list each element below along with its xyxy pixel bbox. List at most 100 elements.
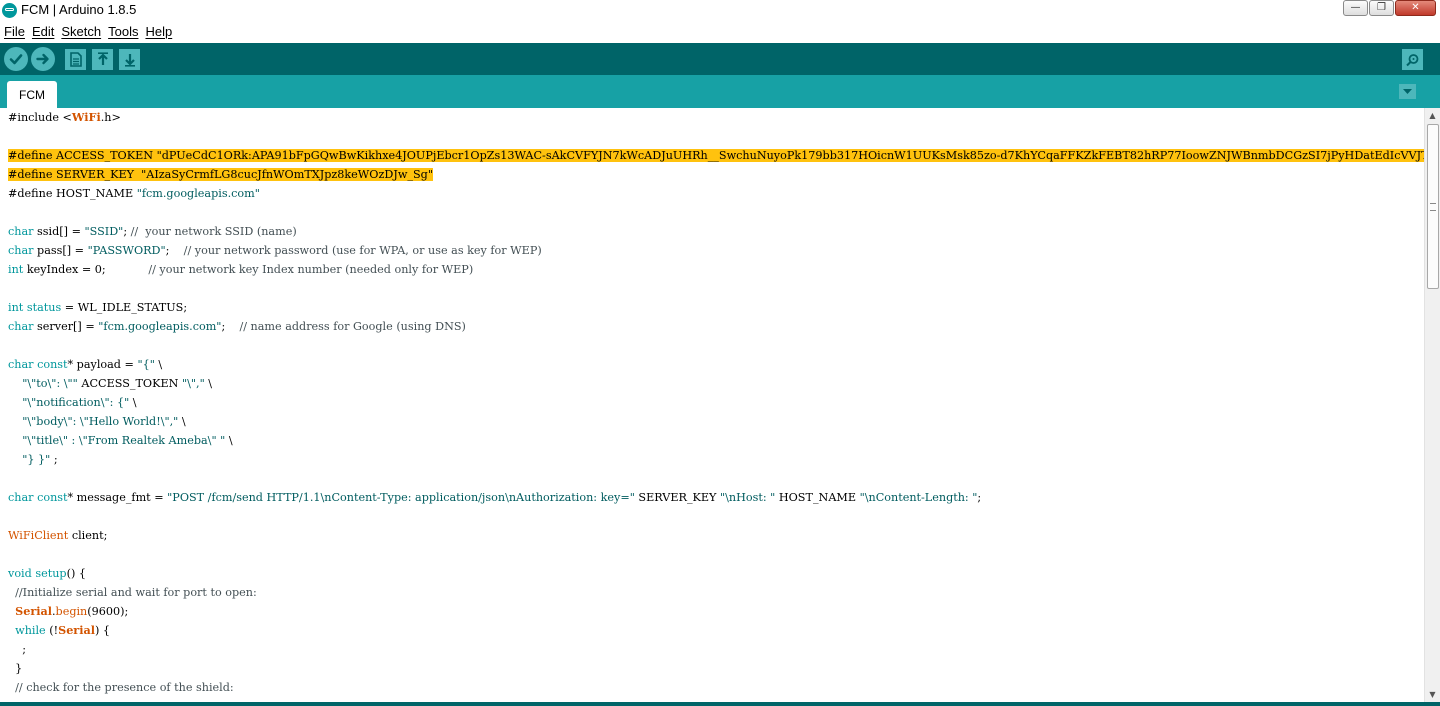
code-token: * payload = <box>67 358 138 371</box>
code-line: Serial.begin(9600); <box>8 602 1440 621</box>
code-token: \ <box>178 415 186 428</box>
code-line: while (!Serial) { <box>8 621 1440 640</box>
tab-bar: FCM <box>0 75 1440 108</box>
selected-code-text: #define ACCESS_TOKEN "dPUeCdC1ORk:APA91b… <box>8 149 1440 162</box>
document-icon <box>69 52 82 67</box>
close-button[interactable]: ✕ <box>1395 0 1436 16</box>
upload-button[interactable] <box>31 47 55 71</box>
menu-help[interactable]: Help <box>141 24 175 39</box>
code-token: char <box>8 358 34 371</box>
magnifier-icon <box>1406 54 1419 67</box>
serial-monitor-button[interactable] <box>1402 49 1423 70</box>
code-token: ACCESS_TOKEN <box>77 377 182 390</box>
code-token: "\"body\": \"Hello World!\"," <box>22 415 179 428</box>
code-token: char <box>8 244 34 257</box>
code-token: ; <box>977 491 982 504</box>
code-token: ; <box>165 244 184 257</box>
toolbar <box>0 43 1440 75</box>
code-token: () { <box>66 567 86 580</box>
vertical-scrollbar[interactable]: ▲ ▼ <box>1424 108 1440 702</box>
code-token: SERVER_KEY <box>634 491 720 504</box>
code-token: while <box>15 624 46 637</box>
code-line: //Initialize serial and wait for port to… <box>8 583 1440 602</box>
code-token: pass[] = <box>33 244 88 257</box>
code-token: status <box>26 301 62 314</box>
code-token: server[] = <box>33 320 99 333</box>
window-title: FCM | Arduino 1.8.5 <box>21 2 137 17</box>
code-token: "POST /fcm/send HTTP/1.1\nContent-Type: … <box>167 491 635 504</box>
code-token: // your network SSID (name) <box>130 225 297 238</box>
code-token: client; <box>68 529 108 542</box>
window-controls: — ❐ ✕ <box>1342 0 1436 16</box>
code-token: WiFi <box>71 110 101 124</box>
code-token: // check for the presence of the shield: <box>8 681 234 694</box>
code-token: Serial <box>58 623 95 637</box>
menu-sketch[interactable]: Sketch <box>57 24 104 39</box>
code-token: char <box>8 320 34 333</box>
code-token: // your network key Index number (needed… <box>148 263 474 276</box>
minimize-button[interactable]: — <box>1343 0 1368 16</box>
code-line: "\"notification\": {" \ <box>8 393 1440 412</box>
open-button[interactable] <box>92 49 113 70</box>
title-bar: FCM | Arduino 1.8.5 — ❐ ✕ <box>0 0 1440 21</box>
code-token: const <box>37 358 68 371</box>
menu-tools[interactable]: Tools <box>104 24 141 39</box>
code-editor[interactable]: #include <WiFi.h> #define ACCESS_TOKEN "… <box>0 108 1440 703</box>
code-line: #define HOST_NAME "fcm.googleapis.com" <box>8 184 1440 203</box>
code-line: "} }" ; <box>8 450 1440 469</box>
code-line: void setup() { <box>8 564 1440 583</box>
selected-code-text: #define SERVER_KEY "AIzaSyCrmfLG8cucJfnW… <box>8 168 433 181</box>
code-token: void <box>8 567 32 580</box>
verify-button[interactable] <box>4 47 28 71</box>
code-line: // check for the presence of the shield: <box>8 678 1440 697</box>
code-line: char ssid[] = "SSID"; // your network SS… <box>8 222 1440 241</box>
code-token: "\"," <box>181 377 205 390</box>
scrollbar-thumb[interactable] <box>1427 124 1439 289</box>
code-line: ; <box>8 643 26 656</box>
code-token: \ <box>154 358 163 371</box>
code-line: "\"body\": \"Hello World!\"," \ <box>8 412 1440 431</box>
code-line: int keyIndex = 0; // your network key In… <box>8 260 1440 279</box>
menu-file[interactable]: File <box>0 24 28 39</box>
code-token: begin <box>55 605 88 618</box>
check-icon <box>9 54 23 65</box>
code-token: ; <box>221 320 240 333</box>
code-token: "PASSWORD" <box>87 244 166 257</box>
code-line: int status = WL_IDLE_STATUS; <box>8 298 1440 317</box>
code-token: ; <box>123 225 131 238</box>
code-line: char const* message_fmt = "POST /fcm/sen… <box>8 488 1440 507</box>
code-token: //Initialize serial and wait for port to… <box>8 586 257 599</box>
tab-fcm[interactable]: FCM <box>7 81 57 108</box>
code-token: "{" <box>137 358 155 371</box>
maximize-button[interactable]: ❐ <box>1369 0 1394 16</box>
code-token: const <box>37 491 68 504</box>
menu-bar: File Edit Sketch Tools Help <box>0 21 1440 42</box>
code-token: int <box>8 301 24 314</box>
code-token: = WL_IDLE_STATUS; <box>61 301 188 314</box>
code-token: ; <box>50 453 58 466</box>
code-token: "\"notification\": {" <box>22 396 130 409</box>
scroll-up-icon[interactable]: ▲ <box>1425 108 1440 123</box>
code-line: "\"to\": \"" ACCESS_TOKEN "\"," \ <box>8 374 1440 393</box>
code-line: char server[] = "fcm.googleapis.com"; //… <box>8 317 1440 336</box>
tab-menu-button[interactable] <box>1399 84 1416 99</box>
new-button[interactable] <box>65 49 86 70</box>
code-token: HOST_NAME <box>775 491 860 504</box>
arrow-down-icon <box>124 54 135 67</box>
scroll-down-icon[interactable]: ▼ <box>1425 687 1440 702</box>
code-line: #define ACCESS_TOKEN "dPUeCdC1ORk:APA91b… <box>8 146 1440 165</box>
code-area: #include <WiFi.h> #define ACCESS_TOKEN "… <box>8 108 1440 697</box>
code-line: char pass[] = "PASSWORD"; // your networ… <box>8 241 1440 260</box>
menu-edit[interactable]: Edit <box>28 24 57 39</box>
code-token: (9600); <box>87 605 129 618</box>
code-token: "} }" <box>22 453 51 466</box>
code-token: "\"title\" : \"From Realtek Ameba\" " <box>22 434 226 447</box>
save-button[interactable] <box>119 49 140 70</box>
